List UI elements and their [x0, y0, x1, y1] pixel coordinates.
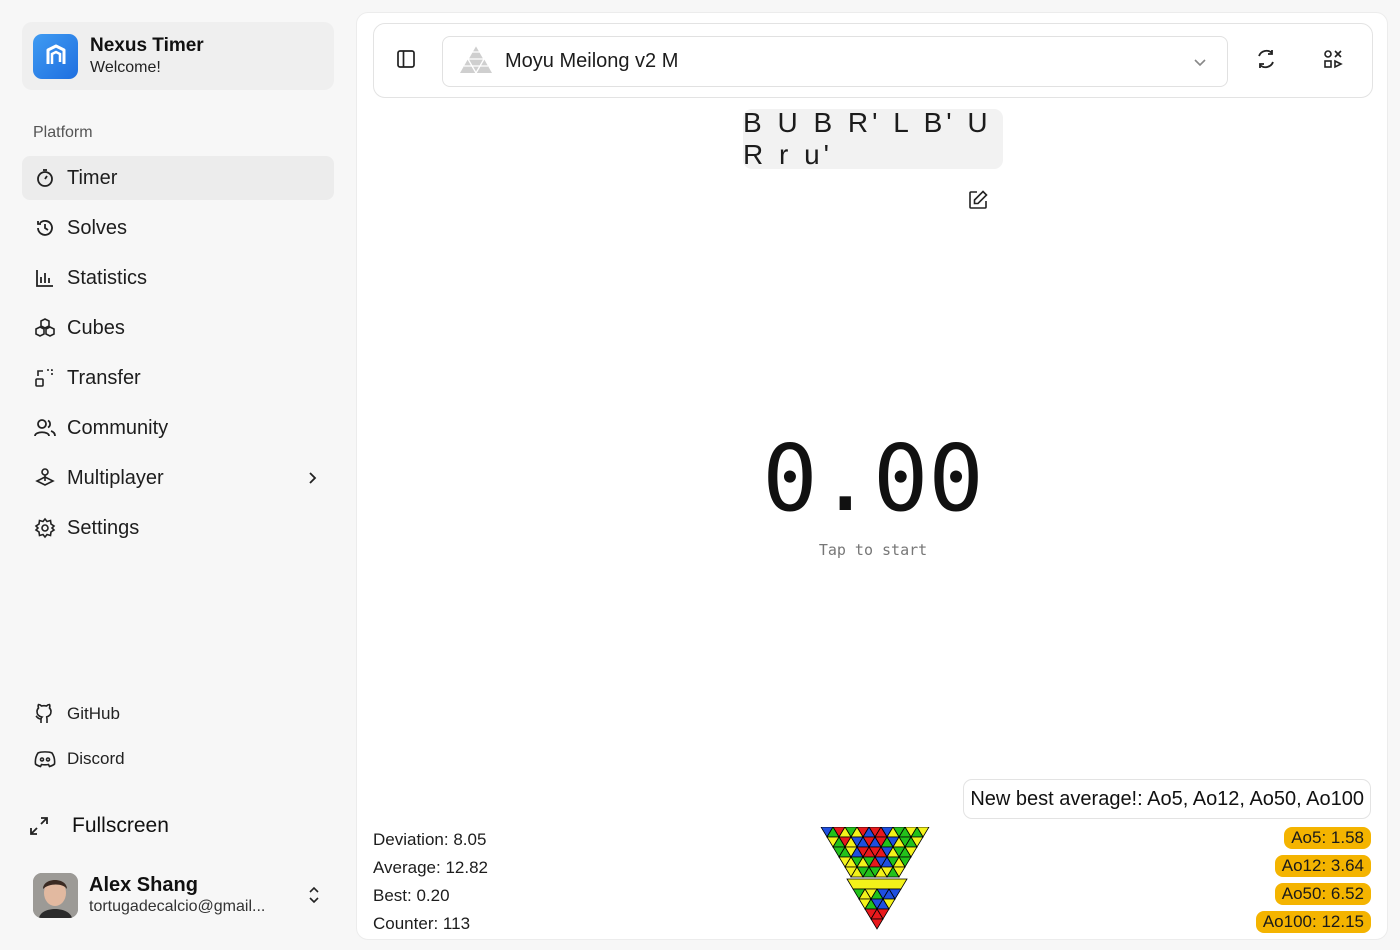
chevron-right-icon — [302, 468, 322, 488]
pyraminx-icon — [459, 43, 493, 79]
sidebar-item-label: Statistics — [67, 266, 148, 289]
stat-best: Best: 0.20 — [373, 886, 450, 905]
brand-header[interactable]: Nexus Timer Welcome! — [22, 22, 334, 90]
timer-hint: Tap to start — [818, 541, 928, 559]
fullscreen-label: Fullscreen — [72, 814, 169, 837]
scramble-view-button[interactable] — [1317, 45, 1349, 77]
discord-icon — [34, 748, 56, 770]
fullscreen-button[interactable]: Fullscreen — [28, 808, 169, 844]
cube-select-value: Moyu Meilong v2 M — [505, 50, 679, 72]
expand-icon — [28, 815, 50, 837]
users-icon — [34, 417, 56, 439]
stat-counter: Counter: 113 — [373, 914, 471, 933]
sidebar-item-label: Transfer — [67, 366, 141, 389]
edit-scramble-button[interactable] — [967, 189, 991, 213]
brand-subtitle: Welcome! — [90, 58, 161, 76]
shapes-icon — [1322, 48, 1344, 75]
sidebar-item-cubes[interactable]: Cubes — [22, 306, 334, 350]
sidebar-item-timer[interactable]: Timer — [22, 156, 334, 200]
sidebar-item-label: Community — [67, 416, 169, 439]
avatar — [33, 872, 78, 918]
stat-deviation: Deviation: 8.05 — [373, 830, 487, 849]
discord-link[interactable]: Discord — [22, 739, 334, 779]
sidebar-item-community[interactable]: Community — [22, 406, 334, 450]
joystick-icon — [34, 467, 56, 489]
github-label: GitHub — [67, 704, 120, 723]
timer-icon — [34, 167, 56, 189]
sidebar: Nexus Timer Welcome! Platform Timer Solv… — [0, 0, 355, 950]
nexus-logo-icon — [33, 33, 78, 79]
github-icon — [34, 703, 56, 725]
sidebar-item-label: Timer — [67, 166, 118, 189]
toolbar: Moyu Meilong v2 M — [373, 23, 1373, 98]
chevrons-up-down-icon — [304, 884, 324, 906]
refresh-icon — [1255, 48, 1277, 75]
sidebar-item-label: Cubes — [67, 316, 125, 339]
cube-select[interactable]: Moyu Meilong v2 M — [442, 36, 1228, 87]
main-panel: Moyu Meilong v2 M B U B R' L B' U R r u'… — [356, 12, 1388, 940]
sidebar-toggle-button[interactable] — [390, 45, 422, 77]
sidebar-item-label: Settings — [67, 516, 140, 539]
sidebar-item-settings[interactable]: Settings — [22, 506, 334, 550]
user-name: Alex Shang — [89, 874, 198, 897]
session-stats: Deviation: 8.05 Average: 12.82 Best: 0.2… — [373, 826, 488, 938]
timer-display[interactable]: 0.00 — [357, 433, 1389, 525]
sidebar-item-label: Multiplayer — [67, 466, 164, 489]
sidebar-item-transfer[interactable]: Transfer — [22, 356, 334, 400]
edit-icon — [967, 190, 989, 215]
badge-ao50: Ao50: 6.52 — [1274, 883, 1371, 905]
user-email: tortugadecalcio@gmail... — [89, 898, 266, 916]
pyraminx-net-icon — [820, 826, 930, 930]
discord-label: Discord — [67, 749, 125, 768]
scramble-text: B U B R' L B' U R r u' — [743, 107, 1003, 170]
history-icon — [34, 217, 56, 239]
badge-ao5: Ao5: 1.58 — [1284, 827, 1371, 849]
badge-ao100: Ao100: 12.15 — [1255, 911, 1371, 933]
transfer-icon — [34, 367, 56, 389]
github-link[interactable]: GitHub — [22, 694, 334, 734]
sidebar-nav: Timer Solves Statistics Cubes Transfer C… — [22, 156, 334, 556]
sidebar-item-label: Solves — [67, 216, 128, 239]
chevron-down-icon — [1191, 53, 1209, 76]
best-average-toast: New best average!: Ao5, Ao12, Ao50, Ao10… — [963, 779, 1371, 819]
boxes-icon — [34, 317, 56, 339]
sidebar-item-statistics[interactable]: Statistics — [22, 256, 334, 300]
badge-ao12: Ao12: 3.64 — [1274, 855, 1371, 877]
gear-icon — [34, 517, 56, 539]
new-scramble-button[interactable] — [1250, 45, 1282, 77]
average-badges: Ao5: 1.58 Ao12: 3.64 Ao50: 6.52 Ao100: 1… — [1255, 827, 1371, 939]
section-label-platform: Platform — [33, 124, 93, 141]
stat-average: Average: 12.82 — [373, 858, 488, 877]
panel-left-icon — [395, 48, 417, 75]
brand-title: Nexus Timer — [90, 35, 204, 57]
scramble-preview — [817, 826, 937, 931]
sidebar-item-solves[interactable]: Solves — [22, 206, 334, 250]
bar-chart-icon — [34, 267, 56, 289]
user-menu[interactable]: Alex Shang tortugadecalcio@gmail... — [22, 862, 334, 928]
sidebar-item-multiplayer[interactable]: Multiplayer — [22, 456, 334, 500]
